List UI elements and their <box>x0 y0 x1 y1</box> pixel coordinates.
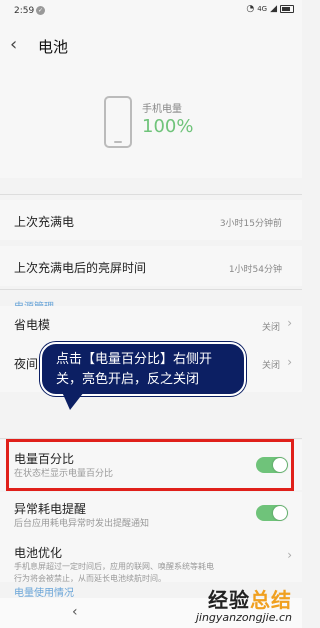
watermark-sub: jingyanzongjie.cn <box>195 611 292 624</box>
chevron-right-icon: › <box>287 355 292 369</box>
callout-tail <box>62 392 84 410</box>
screen-on-label: 上次充满电后的亮屏时间 <box>14 261 147 275</box>
last-full-value: 3小时15分钟前 <box>219 219 282 229</box>
page-title: 电池 <box>38 38 69 56</box>
phone-battery-percent: 100% <box>142 116 194 137</box>
power-save-value: 关闭 <box>261 323 280 333</box>
row-screen-on: 上次充满电后的亮屏时间 1小时54分钟 <box>0 246 302 286</box>
watermark-main-a: 经验 <box>208 588 250 612</box>
notification-check-icon: ✓ <box>36 6 45 15</box>
status-right-icons: ◔ 4G ◢ <box>246 4 294 14</box>
row-last-full: 上次充满电 3小时15分钟前 <box>0 200 302 240</box>
power-save-label: 省电模 <box>14 318 51 332</box>
phone-battery-label: 手机电量 <box>142 104 182 115</box>
optimize-label: 电池优化 <box>14 546 63 560</box>
callout-bubble: 点击【电量百分比】右侧开关，亮色开启，反之关闭 <box>40 342 246 396</box>
divider <box>0 289 302 290</box>
screen-on-value: 1小时54分钟 <box>228 265 282 275</box>
abnormal-sub: 后台应用耗电异常时发出提醒通知 <box>14 519 150 529</box>
phone-icon <box>104 96 132 148</box>
watermark-main-b: 总结 <box>250 588 292 612</box>
status-bar: 2:59 ✓ ◔ 4G ◢ <box>0 0 302 22</box>
watermark-main: 经验总结 <box>196 584 292 613</box>
last-full-label: 上次充满电 <box>14 215 75 229</box>
abnormal-toggle[interactable] <box>256 505 288 521</box>
battery-icon <box>280 5 294 13</box>
watermark: 经验总结 jingyanzongjie.cn <box>196 584 292 624</box>
signal-text: 4G <box>257 5 268 13</box>
header: ‹ 电池 <box>0 22 302 68</box>
nav-back-icon[interactable]: ‹ <box>72 604 78 620</box>
row-optimize[interactable]: 电池优化 手机息屏超过一定时间后，应用的联网、唤醒系统等耗电 行为将会被禁止，从… <box>0 536 302 583</box>
night-label: 夜间 <box>14 357 39 371</box>
night-value: 关闭 <box>261 361 280 371</box>
chevron-right-icon: › <box>287 548 292 562</box>
chevron-right-icon: › <box>287 316 292 330</box>
row-power-save[interactable]: 省电模 关闭 › <box>0 306 302 346</box>
row-abnormal[interactable]: 异常耗电提醒 后台应用耗电异常时发出提醒通知 <box>0 492 302 536</box>
status-time: 2:59 <box>14 6 35 16</box>
divider <box>0 194 302 195</box>
section-power-usage: 电量使用情况 <box>14 588 74 599</box>
callout-text: 点击【电量百分比】右侧开关，亮色开启，反之关闭 <box>56 352 213 387</box>
abnormal-label: 异常耗电提醒 <box>14 502 87 516</box>
wifi-icon: ◔ <box>246 4 255 14</box>
highlight-frame <box>6 439 294 491</box>
signal-icon: ◢ <box>270 4 277 14</box>
back-chevron-icon[interactable]: ‹ <box>10 34 17 55</box>
phone-battery-card: 手机电量 100% <box>0 68 302 178</box>
